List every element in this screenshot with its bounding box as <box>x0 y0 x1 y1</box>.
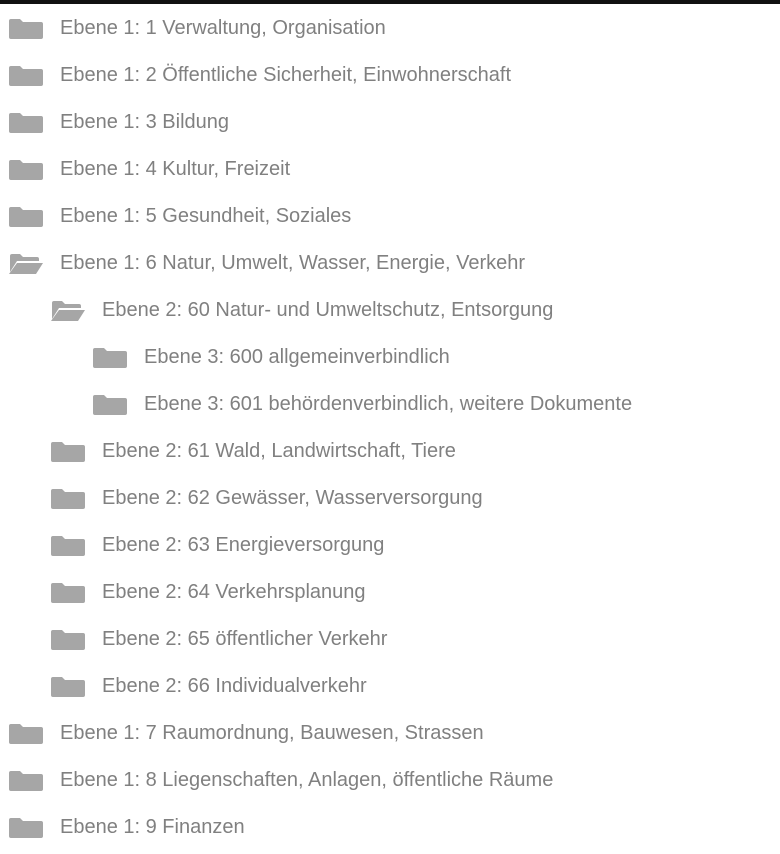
folder-icon <box>50 582 86 604</box>
tree-item-ebene2-61[interactable]: Ebene 2: 61 Wald, Landwirtschaft, Tiere <box>0 428 780 475</box>
tree-item-ebene1-3[interactable]: Ebene 1: 3 Bildung <box>0 99 780 146</box>
folder-open-icon <box>50 300 86 322</box>
tree-item-label: Ebene 1: 5 Gesundheit, Soziales <box>60 205 352 227</box>
folder-icon <box>8 159 44 181</box>
tree-item-ebene3-600[interactable]: Ebene 3: 600 allgemeinverbindlich <box>0 334 780 381</box>
tree-item-label: Ebene 1: 1 Verwaltung, Organisation <box>60 17 386 39</box>
tree-item-label: Ebene 2: 62 Gewässer, Wasserversorgung <box>102 487 483 509</box>
tree-item-label: Ebene 2: 65 öffentlicher Verkehr <box>102 628 388 650</box>
tree-item-ebene2-60[interactable]: Ebene 2: 60 Natur- und Umweltschutz, Ent… <box>0 287 780 334</box>
tree-item-label: Ebene 2: 66 Individualverkehr <box>102 675 367 697</box>
folder-icon <box>92 394 128 416</box>
tree-item-ebene2-66[interactable]: Ebene 2: 66 Individualverkehr <box>0 663 780 710</box>
tree-item-label: Ebene 1: 3 Bildung <box>60 111 230 133</box>
tree-item-label: Ebene 1: 6 Natur, Umwelt, Wasser, Energi… <box>60 252 526 274</box>
tree-item-ebene2-65[interactable]: Ebene 2: 65 öffentlicher Verkehr <box>0 616 780 663</box>
tree-item-ebene1-8[interactable]: Ebene 1: 8 Liegenschaften, Anlagen, öffe… <box>0 757 780 804</box>
tree-item-ebene3-601[interactable]: Ebene 3: 601 behördenverbindlich, weiter… <box>0 381 780 428</box>
tree-item-ebene1-2[interactable]: Ebene 1: 2 Öffentliche Sicherheit, Einwo… <box>0 52 780 99</box>
top-border <box>0 0 780 4</box>
tree-item-label: Ebene 3: 601 behördenverbindlich, weiter… <box>144 393 633 415</box>
folder-icon <box>8 112 44 134</box>
folder-icon <box>50 676 86 698</box>
folder-icon <box>50 488 86 510</box>
tree-item-label: Ebene 3: 600 allgemeinverbindlich <box>144 346 450 368</box>
tree-item-ebene1-6[interactable]: Ebene 1: 6 Natur, Umwelt, Wasser, Energi… <box>0 240 780 287</box>
folder-icon <box>8 817 44 839</box>
tree-item-ebene1-4[interactable]: Ebene 1: 4 Kultur, Freizeit <box>0 146 780 193</box>
tree-item-label: Ebene 1: 7 Raumordnung, Bauwesen, Strass… <box>60 722 484 744</box>
tree-item-ebene2-63[interactable]: Ebene 2: 63 Energieversorgung <box>0 522 780 569</box>
tree-item-label: Ebene 1: 4 Kultur, Freizeit <box>60 158 291 180</box>
tree-item-label: Ebene 2: 63 Energieversorgung <box>102 534 385 556</box>
folder-open-icon <box>8 253 44 275</box>
tree-item-ebene2-64[interactable]: Ebene 2: 64 Verkehrsplanung <box>0 569 780 616</box>
tree-item-ebene1-1[interactable]: Ebene 1: 1 Verwaltung, Organisation <box>0 5 780 52</box>
tree-item-ebene2-62[interactable]: Ebene 2: 62 Gewässer, Wasserversorgung <box>0 475 780 522</box>
tree-item-label: Ebene 1: 2 Öffentliche Sicherheit, Einwo… <box>60 64 512 86</box>
folder-icon <box>8 18 44 40</box>
folder-icon <box>92 347 128 369</box>
tree-item-ebene1-5[interactable]: Ebene 1: 5 Gesundheit, Soziales <box>0 193 780 240</box>
folder-icon <box>50 535 86 557</box>
folder-icon <box>50 441 86 463</box>
folder-icon <box>50 629 86 651</box>
folder-icon <box>8 770 44 792</box>
folder-icon <box>8 65 44 87</box>
tree-item-label: Ebene 1: 9 Finanzen <box>60 816 245 838</box>
folder-icon <box>8 206 44 228</box>
tree-item-ebene1-7[interactable]: Ebene 1: 7 Raumordnung, Bauwesen, Strass… <box>0 710 780 757</box>
tree-item-ebene1-9[interactable]: Ebene 1: 9 Finanzen <box>0 804 780 851</box>
folder-tree: Ebene 1: 1 Verwaltung, Organisation Eben… <box>0 5 780 851</box>
tree-item-label: Ebene 2: 64 Verkehrsplanung <box>102 581 366 603</box>
tree-item-label: Ebene 2: 61 Wald, Landwirtschaft, Tiere <box>102 440 456 462</box>
tree-item-label: Ebene 2: 60 Natur- und Umweltschutz, Ent… <box>102 299 554 321</box>
tree-item-label: Ebene 1: 8 Liegenschaften, Anlagen, öffe… <box>60 769 554 791</box>
folder-icon <box>8 723 44 745</box>
